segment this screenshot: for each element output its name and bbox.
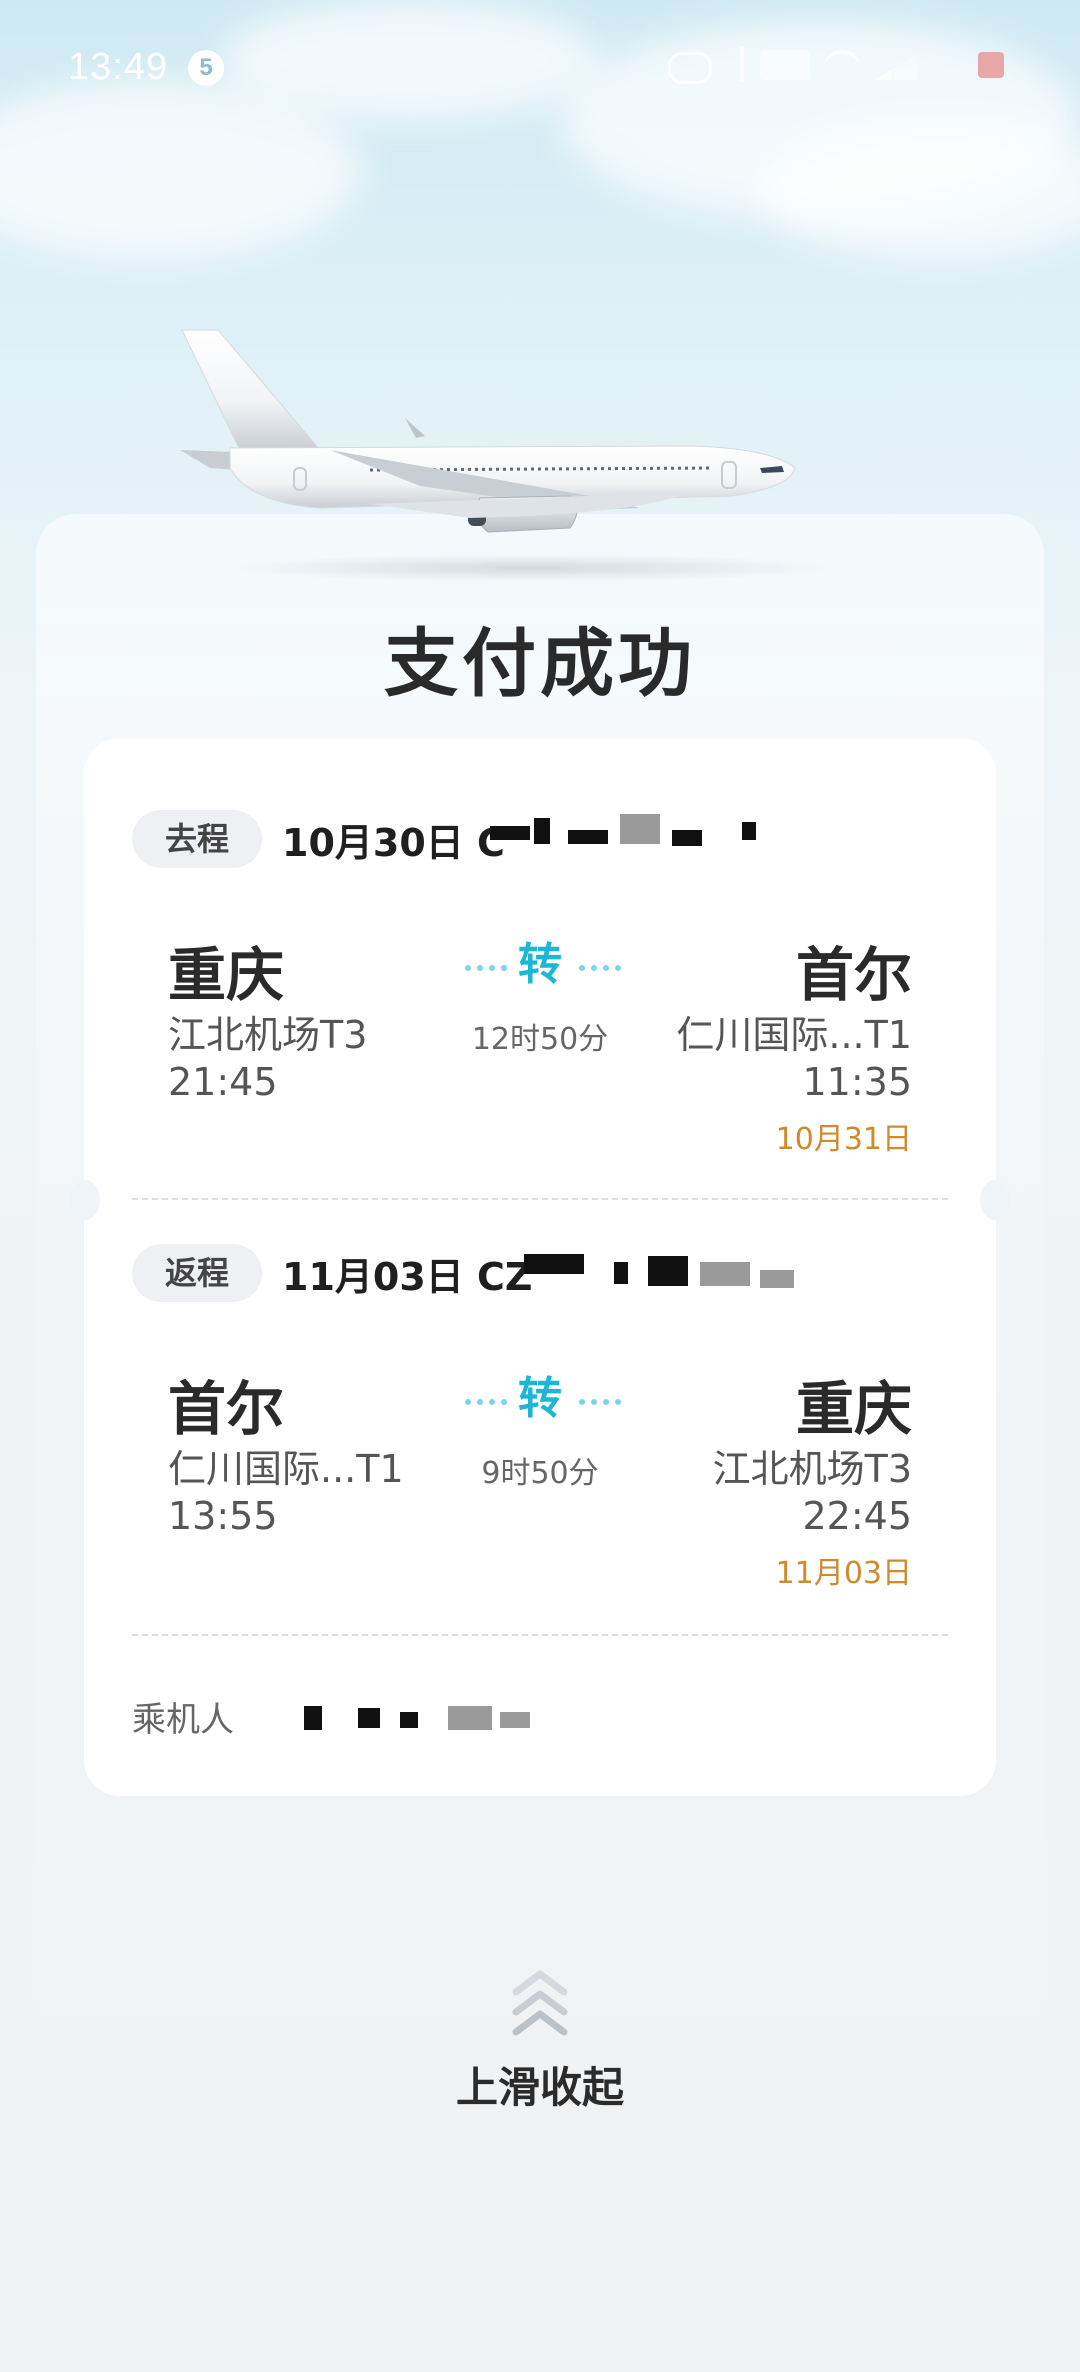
battery-icon	[978, 52, 1004, 78]
redacted-block	[500, 1712, 530, 1728]
payment-success-title: 支付成功	[384, 621, 696, 707]
return-tag: 返程	[132, 1244, 262, 1302]
status-icons	[668, 46, 1008, 86]
return-arrive-date: 11月03日	[775, 1556, 912, 1591]
dots-decoration	[576, 1390, 630, 1405]
ticket-notch-left	[70, 1180, 100, 1220]
wifi-icon	[824, 50, 860, 84]
status-bar: 13:49 5	[0, 0, 1080, 140]
return-from-city: 首尔	[168, 1375, 285, 1443]
return-arrive-time: 22:45	[802, 1494, 912, 1538]
outbound-date: 10月30日	[282, 821, 464, 865]
status-time: 13:49	[68, 46, 169, 88]
redacted-block	[568, 830, 608, 844]
redacted-block	[358, 1708, 380, 1728]
redacted-block	[742, 822, 756, 840]
redacted-block	[400, 1712, 418, 1728]
outbound-tag: 去程	[132, 810, 262, 868]
redacted-block	[614, 1262, 628, 1284]
return-from-airport: 仁川国际...T1	[168, 1447, 404, 1491]
outbound-to-airport: 仁川国际...T1	[676, 1013, 912, 1057]
network-speed-icon	[760, 50, 810, 80]
redacted-block	[448, 1706, 492, 1730]
redacted-block	[672, 830, 702, 846]
return-duration: 9时50分	[481, 1456, 599, 1491]
slide-up-collapse-label[interactable]: 上滑收起	[0, 2054, 1080, 2115]
outbound-arrive-time: 11:35	[802, 1060, 912, 1104]
return-date-line: 11月03日 CZ	[282, 1246, 532, 1301]
return-to-airport: 江北机场T3	[712, 1447, 912, 1491]
outbound-duration: 12时50分	[471, 1022, 609, 1057]
double-chevron-up-icon[interactable]	[510, 1964, 570, 2044]
redacted-block	[648, 1256, 688, 1286]
outbound-transfer-label: 转	[518, 939, 562, 990]
redacted-block	[490, 826, 530, 840]
notification-badge: 5	[188, 50, 224, 86]
outbound-depart-time: 21:45	[168, 1060, 278, 1104]
redacted-block	[700, 1262, 750, 1286]
outbound-to-city: 首尔	[795, 941, 912, 1009]
ticket-divider	[132, 1198, 948, 1200]
redacted-block	[534, 818, 550, 844]
airplane-illustration	[180, 329, 830, 582]
outbound-date-line: 10月30日 C	[282, 812, 505, 867]
dots-decoration	[462, 1390, 516, 1405]
return-to-city: 重庆	[795, 1375, 912, 1443]
ticket-notch-right	[980, 1180, 1010, 1220]
bluetooth-icon	[720, 46, 744, 82]
outbound-from-airport: 江北机场T3	[168, 1013, 368, 1057]
signal-icon	[874, 54, 918, 80]
return-transfer: 转	[440, 1362, 640, 1426]
passenger-label: 乘机人	[132, 1700, 234, 1740]
redacted-block	[760, 1270, 794, 1288]
ticket-divider	[132, 1634, 948, 1636]
dots-decoration	[462, 956, 516, 971]
return-depart-time: 13:55	[168, 1494, 278, 1538]
redacted-block	[304, 1706, 322, 1730]
outbound-arrive-date: 10月31日	[775, 1122, 912, 1157]
outbound-from-city: 重庆	[168, 941, 285, 1009]
redacted-block	[620, 814, 660, 844]
dots-decoration	[576, 956, 630, 971]
return-transfer-label: 转	[518, 1373, 562, 1424]
return-date: 11月03日	[282, 1255, 464, 1299]
hd-icon	[668, 52, 712, 84]
redacted-block	[524, 1254, 584, 1274]
outbound-transfer: 转	[440, 928, 640, 992]
